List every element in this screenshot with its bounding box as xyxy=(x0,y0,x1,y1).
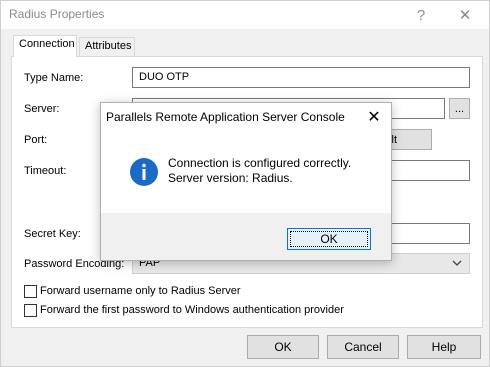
help-button[interactable]: Help xyxy=(407,335,481,359)
type-name-label: Type Name: xyxy=(24,72,84,84)
focus-rectangle xyxy=(290,231,368,247)
chevron-down-icon xyxy=(452,260,462,266)
message-dialog-title: Parallels Remote Application Server Cons… xyxy=(106,110,345,124)
message-ok-button[interactable]: OK xyxy=(287,228,371,250)
server-label: Server: xyxy=(24,103,60,115)
tab-attributes[interactable]: Attributes xyxy=(79,37,135,57)
message-dialog: Parallels Remote Application Server Cons… xyxy=(100,102,392,261)
close-icon[interactable]: ✕ xyxy=(363,106,385,128)
tab-connection[interactable]: Connection xyxy=(13,35,77,57)
close-icon[interactable]: ✕ xyxy=(445,1,485,29)
help-icon[interactable]: ? xyxy=(401,1,441,29)
forward-password-label: Forward the first password to Windows au… xyxy=(40,304,344,316)
port-label: Port: xyxy=(24,134,48,146)
timeout-label: Timeout: xyxy=(24,165,67,177)
forward-password-checkbox[interactable] xyxy=(24,304,37,317)
type-name-field[interactable]: DUO OTP xyxy=(132,67,470,88)
cancel-button[interactable]: Cancel xyxy=(327,335,399,359)
info-icon xyxy=(130,158,158,186)
message-text: Connection is configured correctly. Serv… xyxy=(168,156,351,186)
message-dialog-body: Parallels Remote Application Server Cons… xyxy=(101,103,391,213)
message-line-1: Connection is configured correctly. xyxy=(168,156,352,170)
message-line-2: Server version: Radius. xyxy=(168,171,293,185)
secret-key-label: Secret Key: xyxy=(24,228,81,240)
server-browse-button[interactable]: ... xyxy=(449,98,470,119)
title-bar: Radius Properties ? ✕ xyxy=(1,1,489,29)
window-title: Radius Properties xyxy=(9,7,105,21)
forward-username-checkbox[interactable] xyxy=(24,285,37,298)
ok-button[interactable]: OK xyxy=(247,335,319,359)
forward-username-label: Forward username only to Radius Server xyxy=(40,285,241,297)
